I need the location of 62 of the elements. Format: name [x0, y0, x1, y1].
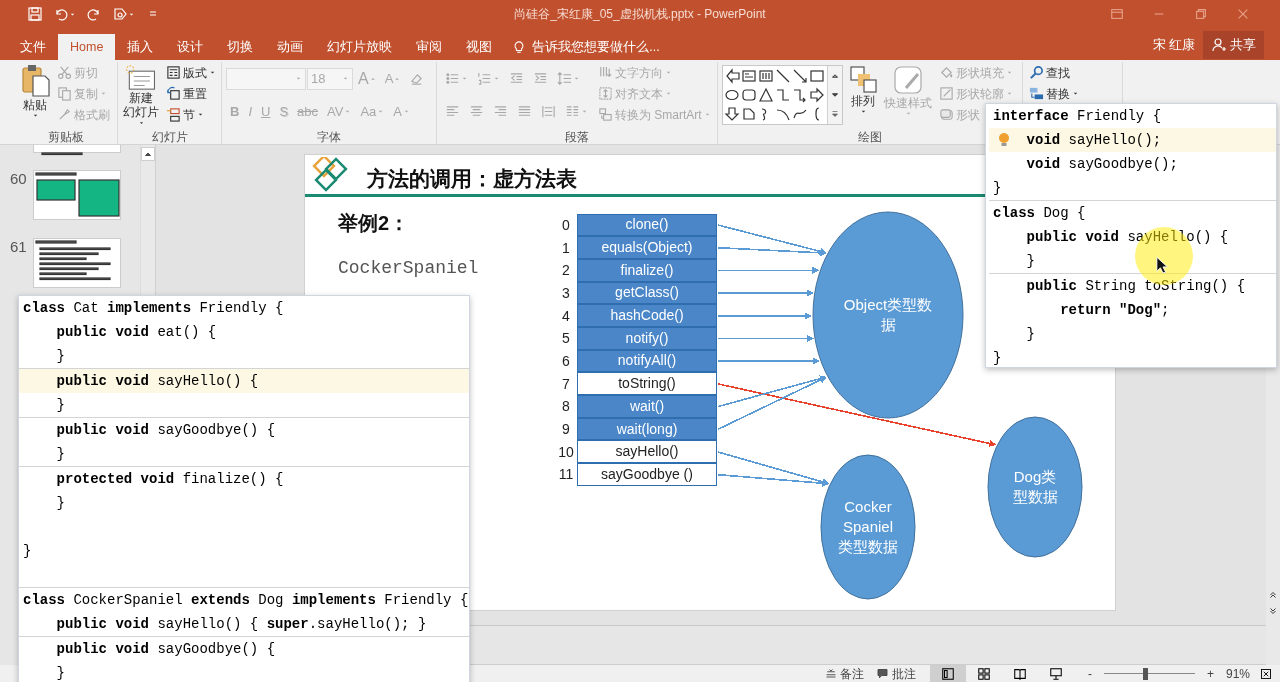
code-line: } — [55, 445, 65, 464]
window-title: 尚硅谷_宋红康_05_虚拟机栈.pptx - PowerPoint — [514, 7, 766, 21]
method-cell: sayGoodbye () — [577, 463, 717, 486]
method-cell: wait() — [577, 395, 717, 418]
code-line: } — [1025, 252, 1035, 271]
method-cell: hashCode() — [577, 304, 717, 327]
user-name: 宋 红康 — [1152, 36, 1195, 54]
code-line: public void sayGoodbye() { — [55, 421, 276, 440]
group-label: 绘图 — [857, 129, 883, 144]
code-line: void sayGoodbye(); — [1025, 155, 1178, 174]
ellipse-label: Dog类型数据 — [1011, 466, 1059, 507]
method-cell: sayHello() — [577, 440, 717, 464]
row-index: 9 — [561, 420, 571, 440]
example-heading: 举例2： — [338, 211, 410, 236]
row-index: 6 — [561, 351, 571, 371]
row-index: 5 — [561, 329, 571, 349]
group-label: 剪贴板 — [47, 129, 85, 144]
method-cell: finalize() — [577, 258, 717, 282]
code-line: } — [992, 179, 1002, 198]
code-line: } — [55, 347, 65, 366]
code-line: } — [1025, 325, 1035, 344]
code-line: } — [55, 664, 65, 682]
code-line: } — [992, 349, 1002, 367]
code-line: protected void finalize() { — [55, 470, 284, 489]
code-line: } — [55, 396, 65, 415]
slide-title: 方法的调用：虚方法表 — [367, 166, 577, 192]
slide-number: 60 — [10, 169, 27, 189]
class-name: CockerSpaniel — [338, 257, 479, 280]
code-line: } — [55, 494, 65, 513]
method-cell: toString() — [577, 372, 717, 395]
code-line: class CockerSpaniel extends Dog implements Friendly { — [22, 591, 469, 610]
ellipse-label: Cocker Spaniel类型数据 — [838, 496, 898, 557]
row-index: 4 — [561, 306, 571, 326]
method-cell: clone() — [577, 213, 717, 237]
slide-number: 61 — [10, 237, 27, 257]
method-cell: notify() — [577, 326, 717, 350]
method-cell: notifyAll() — [577, 349, 717, 373]
row-index: 2 — [561, 261, 571, 281]
code-line: } — [22, 542, 32, 561]
method-cell: getClass() — [577, 281, 717, 305]
row-index: 7 — [561, 374, 571, 394]
code-line: return "Dog"; — [1059, 301, 1170, 320]
code-line: class Cat implements Friendly { — [22, 299, 284, 318]
code-line: class Dog { — [992, 204, 1086, 223]
row-index: 0 — [561, 215, 571, 235]
group-label: 幻灯片 — [150, 129, 189, 144]
code-line: public void sayHello() { — [1025, 228, 1229, 247]
group-label: 段落 — [564, 129, 590, 144]
row-index: 10 — [557, 442, 575, 462]
code-line: public void eat() { — [55, 323, 217, 342]
method-cell: equals(Object) — [577, 236, 717, 259]
row-index: 1 — [561, 238, 571, 258]
group-label: 字体 — [316, 129, 342, 144]
row-index: 3 — [561, 283, 571, 303]
code-line: public String toString() { — [1025, 277, 1246, 296]
code-line: interface Friendly { — [992, 107, 1162, 126]
ellipse-label: Object类型数据 — [843, 294, 933, 335]
code-line: public void sayGoodbye() { — [55, 640, 276, 659]
row-index: 11 — [557, 465, 575, 485]
row-index: 8 — [561, 397, 571, 417]
method-cell: wait(long) — [577, 417, 717, 441]
code-line: public void sayHello() { super.sayHello(); } — [55, 615, 427, 634]
